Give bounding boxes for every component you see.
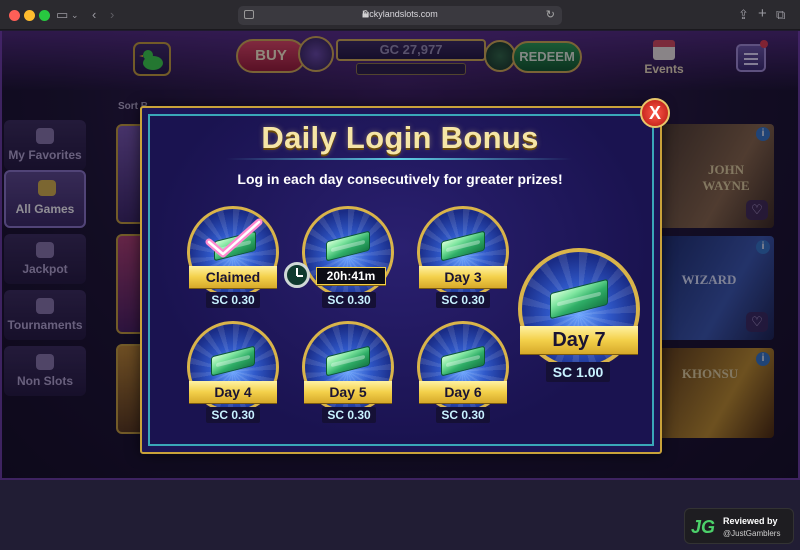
day-5-prize: SC 0.30: [322, 407, 376, 423]
reload-icon[interactable]: ↻: [546, 8, 555, 21]
dialog-title: Daily Login Bonus: [261, 120, 539, 155]
close-button[interactable]: X: [640, 98, 670, 128]
day-7-label: Day 7: [520, 326, 638, 354]
day-1-status-label: Claimed: [189, 266, 277, 288]
day-5-label: Day 5: [304, 381, 392, 403]
day-4-prize: SC 0.30: [206, 407, 260, 423]
dialog-subtitle: Log in each day consecutively for greate…: [237, 171, 563, 187]
checkmark-icon: [205, 218, 263, 258]
justgamblers-logo: JG: [691, 517, 716, 537]
address-bar[interactable]: luckylandslots.com ↻: [238, 6, 562, 25]
forward-icon[interactable]: ›: [110, 6, 114, 24]
day-7-prize: SC 1.00: [546, 362, 610, 382]
url-text: luckylandslots.com: [362, 9, 438, 19]
browser-toolbar: ▭ ⌄ ‹ › luckylandslots.com ↻ ⇪ + ⧉: [0, 0, 800, 30]
chevron-down-icon[interactable]: ⌄: [71, 6, 79, 24]
minimize-window-icon[interactable]: [24, 10, 35, 21]
day-6-prize: SC 0.30: [436, 407, 490, 423]
tab-overview-icon[interactable]: ⧉: [776, 6, 785, 24]
day-1-prize: SC 0.30: [206, 292, 260, 308]
day-3-label: Day 3: [419, 266, 507, 288]
day-4-label: Day 4: [189, 381, 277, 403]
title-divider: [226, 158, 572, 160]
reviewed-by-badge: JG Reviewed by @JustGamblers: [684, 508, 794, 544]
back-icon[interactable]: ‹: [92, 6, 96, 24]
close-window-icon[interactable]: [9, 10, 20, 21]
sidebar-toggle-icon[interactable]: ▭: [56, 6, 68, 24]
share-icon[interactable]: ⇪: [738, 6, 749, 24]
page-footer-area: [0, 480, 800, 550]
reviewed-by-label: Reviewed by: [723, 516, 778, 526]
day-2-countdown: 20h:41m: [316, 267, 386, 285]
day-3-prize: SC 0.30: [436, 292, 490, 308]
clock-icon: [284, 262, 310, 288]
new-tab-icon[interactable]: +: [758, 5, 767, 23]
reviewer-handle: @JustGamblers: [723, 529, 781, 538]
day-2-prize: SC 0.30: [322, 292, 376, 308]
fullscreen-window-icon[interactable]: [39, 10, 50, 21]
day-6-label: Day 6: [419, 381, 507, 403]
